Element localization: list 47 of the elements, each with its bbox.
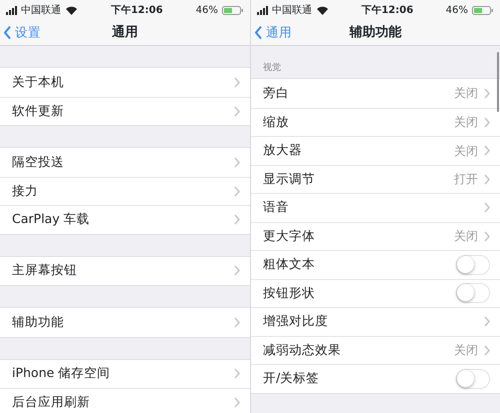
chevron-icon — [484, 116, 490, 128]
battery-percent: 46% — [196, 4, 218, 18]
battery-icon — [472, 6, 494, 14]
chevron-icon — [234, 186, 240, 197]
chevron-icon — [484, 316, 490, 328]
signal-icon — [6, 6, 17, 14]
toggle-switch[interactable] — [456, 283, 490, 304]
setting-label: 按钮形状 — [263, 284, 316, 302]
toggle-switch[interactable] — [456, 254, 490, 275]
setting-label: 粗体文本 — [263, 255, 316, 274]
status-time: 下午12:06 — [110, 4, 163, 18]
setting-value: 关闭 — [454, 228, 478, 246]
setting-value: 关闭 — [454, 114, 478, 132]
chevron-icon — [484, 174, 490, 185]
chevron-icon — [484, 344, 490, 356]
battery-icon — [222, 6, 244, 14]
chevron-icon — [234, 214, 240, 226]
chevron-icon — [234, 156, 240, 168]
chevron-icon — [484, 202, 490, 214]
setting-value: 关闭 — [454, 85, 478, 102]
screen-title: 辅助功能 — [350, 24, 402, 42]
screen-title: 通用 — [112, 24, 138, 42]
back-chevron-icon — [4, 26, 11, 40]
back-chevron-icon — [255, 26, 262, 40]
setting-value: 打开 — [454, 171, 478, 188]
scroll-bar — [497, 52, 499, 112]
toggle-switch[interactable] — [456, 368, 490, 389]
setting-value: 关闭 — [454, 342, 478, 360]
chevron-icon — [234, 106, 240, 117]
carrier-name: 中国联通 — [272, 4, 312, 18]
battery-percent: 46% — [446, 4, 468, 18]
chevron-icon — [234, 265, 240, 276]
chevron-icon — [484, 145, 490, 156]
chevron-icon — [234, 368, 240, 380]
carrier-name: 中国联通 — [21, 4, 61, 18]
chevron-icon — [484, 230, 490, 242]
chevron-icon — [234, 76, 240, 88]
wifi-icon — [65, 5, 78, 15]
section-header: 视觉 — [263, 62, 281, 74]
wifi-icon — [316, 5, 329, 15]
setting-label: 开/关标签 — [263, 369, 320, 388]
setting-value: 关闭 — [454, 142, 478, 160]
status-time: 下午12:06 — [361, 4, 414, 18]
signal-icon — [257, 6, 268, 14]
chevron-icon — [234, 316, 240, 328]
chevron-icon — [234, 397, 240, 408]
chevron-icon — [484, 88, 490, 99]
